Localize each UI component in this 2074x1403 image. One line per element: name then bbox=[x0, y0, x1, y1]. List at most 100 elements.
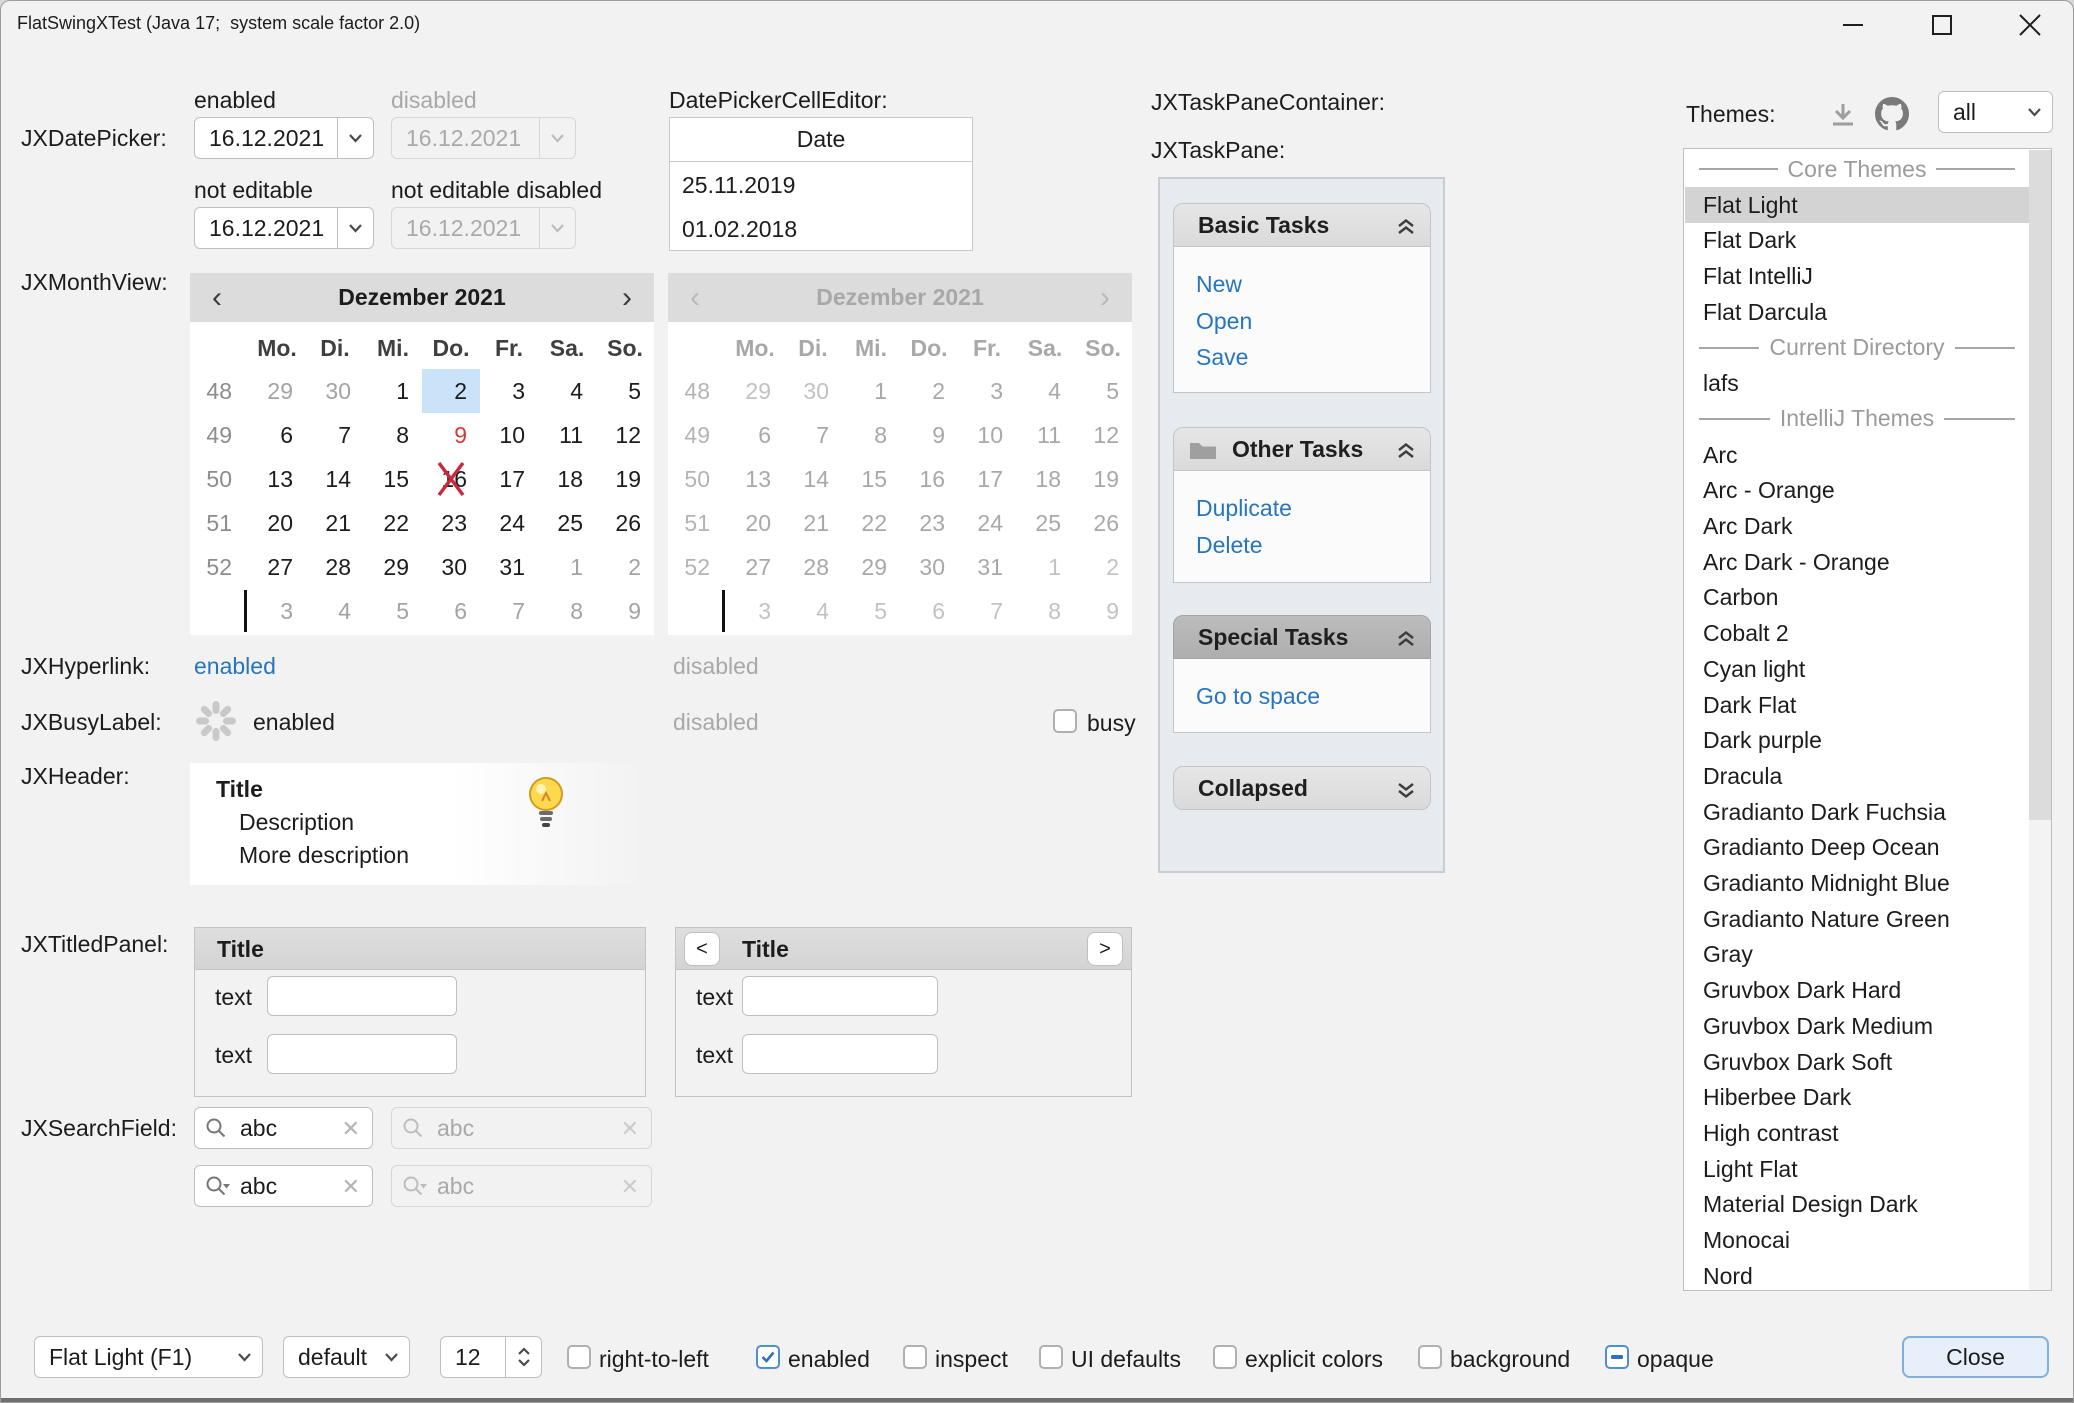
lookandfeel-value[interactable]: Flat Light (F1) bbox=[49, 1344, 192, 1371]
search-field-dropdown-enabled[interactable]: abc ✕ bbox=[194, 1165, 373, 1207]
checkbox-background[interactable] bbox=[1418, 1345, 1442, 1369]
maximize-button[interactable] bbox=[1910, 1, 1974, 49]
calendar-day-cell[interactable]: 22 bbox=[364, 501, 422, 545]
taskpane-link[interactable]: Open bbox=[1196, 308, 1252, 335]
checkbox-label[interactable]: right-to-left bbox=[599, 1346, 709, 1373]
calendar-day-cell[interactable]: 29 bbox=[248, 369, 306, 413]
calendar-day-cell[interactable]: 23 bbox=[422, 501, 480, 545]
theme-list-item[interactable]: High contrast bbox=[1685, 1115, 2029, 1151]
calendar-day-cell[interactable]: 5 bbox=[364, 589, 422, 633]
calendar-day-cell[interactable]: 7 bbox=[480, 589, 538, 633]
theme-list-item[interactable]: Gruvbox Dark Hard bbox=[1685, 972, 2029, 1008]
collapse-icon[interactable] bbox=[1396, 630, 1416, 653]
calendar-day-cell[interactable]: 24 bbox=[480, 501, 538, 545]
theme-list-item[interactable]: Flat Light bbox=[1685, 187, 2029, 223]
checkbox-label[interactable]: UI defaults bbox=[1071, 1346, 1181, 1373]
busy-checkbox-label[interactable]: busy bbox=[1087, 710, 1136, 737]
theme-list-item[interactable]: Arc bbox=[1685, 437, 2029, 473]
theme-list-item[interactable]: Monocai bbox=[1685, 1222, 2029, 1258]
theme-list-item[interactable]: Material Design Dark bbox=[1685, 1186, 2029, 1222]
font-size-value[interactable]: 12 bbox=[455, 1344, 481, 1371]
scrollbar-thumb[interactable] bbox=[2029, 150, 2051, 820]
calendar-day-cell[interactable]: 17 bbox=[480, 457, 538, 501]
theme-list-item[interactable]: Gray bbox=[1685, 936, 2029, 972]
calendar-prev-icon[interactable]: ‹ bbox=[198, 279, 236, 317]
checkbox-enabled[interactable] bbox=[756, 1345, 780, 1369]
hyperlink-enabled[interactable]: enabled bbox=[194, 653, 276, 680]
checkbox-label[interactable]: background bbox=[1450, 1346, 1570, 1373]
theme-list-item[interactable]: Gradianto Deep Ocean bbox=[1685, 829, 2029, 865]
clear-search-icon[interactable]: ✕ bbox=[342, 1116, 360, 1142]
theme-list-item[interactable]: Flat Darcula bbox=[1685, 294, 2029, 330]
theme-list-item[interactable]: Arc Dark bbox=[1685, 508, 2029, 544]
checkbox-label[interactable]: enabled bbox=[788, 1346, 870, 1373]
theme-list-item[interactable]: Dracula bbox=[1685, 758, 2029, 794]
calendar-day-cell[interactable]: 25 bbox=[538, 501, 596, 545]
titledpanel-prev-button[interactable]: < bbox=[684, 932, 720, 966]
calendar-day-cell[interactable]: 16 bbox=[422, 457, 480, 501]
text-input[interactable] bbox=[267, 1034, 457, 1074]
calendar-day-cell[interactable]: 18 bbox=[538, 457, 596, 501]
calendar-day-cell[interactable]: 26 bbox=[596, 501, 654, 545]
themes-filter-value[interactable]: all bbox=[1953, 99, 1976, 126]
checkbox-label[interactable]: explicit colors bbox=[1245, 1346, 1383, 1373]
collapse-icon[interactable] bbox=[1396, 442, 1416, 465]
taskpane-header[interactable]: Other Tasks bbox=[1173, 427, 1431, 471]
monthview-enabled[interactable]: Dezember 2021‹›Mo.Di.Mi.Do.Fr.Sa.So.4829… bbox=[190, 273, 654, 635]
theme-list-item[interactable]: Flat IntelliJ bbox=[1685, 258, 2029, 294]
chevron-down-icon[interactable] bbox=[373, 1337, 409, 1377]
theme-list-item[interactable]: Cyan light bbox=[1685, 651, 2029, 687]
checkbox-opaque[interactable] bbox=[1605, 1345, 1629, 1369]
checkbox-right-to-left[interactable] bbox=[567, 1345, 591, 1369]
collapse-icon[interactable] bbox=[1396, 218, 1416, 241]
scrollbar-track[interactable] bbox=[2029, 150, 2051, 1290]
theme-list-item[interactable]: Arc Dark - Orange bbox=[1685, 544, 2029, 580]
theme-list-item[interactable]: Dark purple bbox=[1685, 722, 2029, 758]
theme-list-item[interactable]: Gradianto Dark Fuchsia bbox=[1685, 794, 2029, 830]
calendar-day-cell[interactable]: 19 bbox=[596, 457, 654, 501]
calendar-day-cell[interactable]: 29 bbox=[364, 545, 422, 589]
close-window-button[interactable] bbox=[1998, 1, 2062, 49]
calendar-day-cell[interactable]: 8 bbox=[538, 589, 596, 633]
taskpane-link[interactable]: New bbox=[1196, 271, 1242, 298]
calendar-day-cell[interactable]: 2 bbox=[596, 545, 654, 589]
checkbox-label[interactable]: opaque bbox=[1637, 1346, 1714, 1373]
calendar-day-cell[interactable]: 3 bbox=[480, 369, 538, 413]
theme-list-item[interactable]: Arc - Orange bbox=[1685, 472, 2029, 508]
checkbox-inspect[interactable] bbox=[903, 1345, 927, 1369]
calendar-day-cell[interactable]: 28 bbox=[306, 545, 364, 589]
style-value[interactable]: default bbox=[298, 1344, 367, 1371]
chevron-down-icon[interactable] bbox=[337, 118, 373, 158]
calendar-day-cell[interactable]: 9 bbox=[596, 589, 654, 633]
checkbox-explicit-colors[interactable] bbox=[1213, 1345, 1237, 1369]
taskpane-link[interactable]: Save bbox=[1196, 344, 1248, 371]
theme-list-item[interactable]: Gradianto Midnight Blue bbox=[1685, 865, 2029, 901]
calendar-day-cell[interactable]: 9 bbox=[422, 413, 480, 457]
calendar-day-cell[interactable]: 11 bbox=[538, 413, 596, 457]
download-icon[interactable] bbox=[1829, 101, 1857, 129]
calendar-day-cell[interactable]: 8 bbox=[364, 413, 422, 457]
theme-list-item[interactable]: Hiberbee Dark bbox=[1685, 1079, 2029, 1115]
themes-list[interactable]: Core ThemesFlat LightFlat DarkFlat Intel… bbox=[1683, 148, 2052, 1291]
calendar-day-cell[interactable]: 30 bbox=[306, 369, 364, 413]
calendar-day-cell[interactable]: 3 bbox=[248, 589, 306, 633]
spinner-arrows-icon[interactable] bbox=[505, 1337, 541, 1377]
theme-list-item[interactable]: Gruvbox Dark Medium bbox=[1685, 1008, 2029, 1044]
style-combo[interactable]: default bbox=[283, 1336, 410, 1378]
checkbox-ui-defaults[interactable] bbox=[1039, 1345, 1063, 1369]
calendar-day-cell[interactable]: 31 bbox=[480, 545, 538, 589]
busy-checkbox[interactable] bbox=[1053, 709, 1077, 733]
calendar-day-cell[interactable]: 4 bbox=[538, 369, 596, 413]
expand-icon[interactable] bbox=[1396, 781, 1416, 804]
calendar-day-cell[interactable]: 20 bbox=[248, 501, 306, 545]
calendar-day-cell[interactable]: 1 bbox=[538, 545, 596, 589]
calendar-day-cell[interactable]: 4 bbox=[306, 589, 364, 633]
checkbox-label[interactable]: inspect bbox=[935, 1346, 1008, 1373]
search-input[interactable]: abc bbox=[240, 1115, 277, 1142]
search-input[interactable]: abc bbox=[240, 1173, 277, 1200]
font-size-spinner[interactable]: 12 bbox=[440, 1336, 542, 1378]
calendar-day-cell[interactable]: 6 bbox=[422, 589, 480, 633]
celleditor-table[interactable]: Date 25.11.2019 01.02.2018 bbox=[669, 117, 973, 251]
theme-list-item[interactable]: Nord bbox=[1685, 1258, 2029, 1294]
taskpane-link[interactable]: Go to space bbox=[1196, 683, 1320, 710]
